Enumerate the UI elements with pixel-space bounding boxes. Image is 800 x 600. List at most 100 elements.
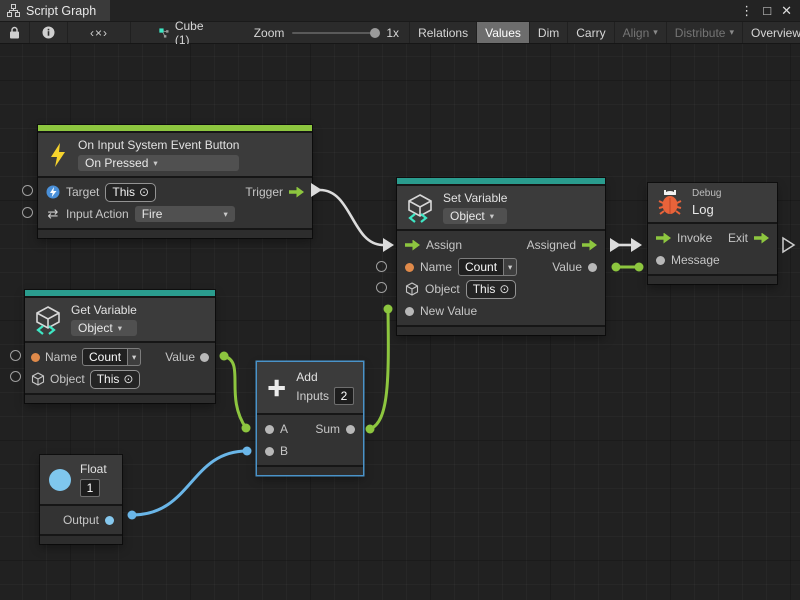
zoom-control: Zoom 1x — [244, 22, 409, 43]
port-exit-output[interactable] — [754, 233, 769, 244]
target-icon: ⊙ — [499, 282, 509, 296]
port-assigned-output[interactable] — [582, 240, 597, 251]
port-trigger-output[interactable] — [289, 187, 304, 198]
node-float[interactable]: Float 1 Output — [40, 455, 122, 544]
object-self-button[interactable]: This ⊙ — [90, 370, 141, 389]
chevron-down-icon: ▾ — [490, 211, 494, 222]
node-get-variable[interactable]: Get Variable Object ▾ Name Count ▾ — [25, 290, 215, 403]
variable-accent-strip — [397, 178, 605, 184]
port-row-object: Object This ⊙ — [25, 368, 215, 390]
info-button[interactable] — [30, 22, 68, 43]
maximize-icon[interactable]: □ — [763, 3, 771, 18]
port-row-b: B — [257, 440, 363, 462]
node-footer — [38, 230, 312, 238]
input-action-dropdown[interactable]: Fire ▾ — [135, 206, 235, 222]
distribute-dropdown[interactable]: Distribute ▾ — [667, 22, 743, 43]
unconnected-port-indicator[interactable] — [376, 282, 387, 293]
input-action-asset-icon — [46, 185, 60, 199]
event-mode-dropdown[interactable]: On Pressed ▾ — [78, 155, 239, 171]
chevron-down-icon: ▾ — [504, 258, 517, 276]
graph-canvas[interactable]: On Input System Event Button On Pressed … — [0, 44, 800, 600]
node-footer — [25, 395, 215, 403]
title-bar: Script Graph ⋮ □ ✕ — [0, 0, 800, 22]
zoom-value: 1x — [386, 26, 399, 40]
variable-icon — [34, 305, 62, 335]
wire-getvariable-to-add-a — [220, 352, 251, 433]
bug-icon — [657, 189, 683, 217]
lock-button[interactable] — [0, 22, 30, 43]
node-title: Get Variable — [71, 303, 137, 317]
node-body: Invoke Exit Message — [648, 224, 777, 274]
node-footer — [648, 276, 777, 284]
node-header: Get Variable Object ▾ — [25, 298, 215, 341]
values-button[interactable]: Values — [477, 22, 530, 43]
variable-name-dropdown[interactable]: Count ▾ — [458, 258, 517, 276]
variable-kind-dropdown[interactable]: Object ▾ — [443, 208, 507, 224]
port-value-output[interactable] — [588, 263, 597, 272]
port-message-input[interactable] — [656, 256, 665, 265]
node-category: Debug — [692, 188, 721, 199]
overview-button[interactable]: Overview — [743, 22, 800, 43]
float-icon — [49, 469, 71, 491]
unconnected-exit-indicator — [783, 238, 794, 252]
event-accent-strip — [38, 125, 312, 131]
port-new-value-input[interactable] — [405, 307, 414, 316]
object-self-button[interactable]: This ⊙ — [466, 280, 517, 299]
port-row-a: A Sum — [257, 418, 363, 440]
zoom-slider-handle[interactable] — [370, 28, 380, 38]
wire-value-to-message — [612, 263, 644, 272]
node-body: A Sum B — [257, 415, 363, 465]
carry-button[interactable]: Carry — [568, 22, 614, 43]
chevron-down-icon: ▾ — [153, 158, 157, 169]
wire-add-sum-to-new-value — [366, 305, 393, 434]
target-self-button[interactable]: This ⊙ — [105, 183, 156, 202]
lightning-icon — [47, 142, 69, 168]
align-dropdown[interactable]: Align ▾ — [615, 22, 667, 43]
port-row-output: Output — [40, 509, 122, 531]
node-footer — [257, 467, 363, 475]
port-row-name: Name Count ▾ Value — [397, 256, 605, 278]
zoom-to-fit-button[interactable]: ‹×› — [68, 22, 131, 43]
inputs-count-field[interactable]: 2 — [334, 387, 354, 405]
node-header: Float 1 — [40, 455, 122, 504]
variable-icon — [406, 193, 434, 223]
close-icon[interactable]: ✕ — [781, 3, 792, 19]
port-output[interactable] — [105, 516, 114, 525]
zoom-slider[interactable] — [292, 32, 378, 34]
graph-icon — [7, 4, 20, 17]
variable-name-dropdown[interactable]: Count ▾ — [82, 348, 141, 366]
port-assign-input[interactable] — [405, 240, 420, 251]
float-value-field[interactable]: 1 — [80, 479, 100, 497]
port-row-assign: Assign Assigned — [397, 234, 605, 256]
unconnected-port-indicator[interactable] — [22, 185, 33, 196]
node-set-variable[interactable]: Set Variable Object ▾ Assign Assigned — [397, 178, 605, 335]
port-row-input-action: ⇄ Input Action Fire ▾ — [38, 203, 312, 225]
variable-kind-dropdown[interactable]: Object ▾ — [71, 320, 137, 336]
node-on-input-system-event-button[interactable]: On Input System Event Button On Pressed … — [38, 125, 312, 238]
port-a-input[interactable] — [265, 425, 274, 434]
port-name-input[interactable] — [31, 353, 40, 362]
variable-accent-strip — [25, 290, 215, 296]
unconnected-port-indicator[interactable] — [10, 371, 21, 382]
node-debug-log[interactable]: Debug Log Invoke Exit Message — [648, 183, 777, 284]
chevron-down-icon: ▾ — [118, 323, 122, 334]
port-sum-output[interactable] — [346, 425, 355, 434]
dim-button[interactable]: Dim — [530, 22, 568, 43]
port-row-message: Message — [648, 249, 777, 271]
relations-button[interactable]: Relations — [409, 22, 477, 43]
plus-icon — [266, 375, 287, 401]
node-add[interactable]: Add Inputs 2 A Sum B — [257, 362, 363, 475]
unconnected-port-indicator[interactable] — [376, 261, 387, 272]
graph-context[interactable]: Cube (1) — [149, 22, 218, 43]
wire-float-to-add-b — [128, 447, 252, 520]
port-invoke-input[interactable] — [656, 233, 671, 244]
port-b-input[interactable] — [265, 447, 274, 456]
more-menu-icon[interactable]: ⋮ — [740, 3, 753, 19]
tab-script-graph[interactable]: Script Graph — [0, 0, 110, 21]
port-value-output[interactable] — [200, 353, 209, 362]
unconnected-port-indicator[interactable] — [22, 207, 33, 218]
node-body: Assign Assigned Name Count ▾ Value — [397, 231, 605, 325]
node-header: Debug Log — [648, 183, 777, 222]
port-name-input[interactable] — [405, 263, 414, 272]
unconnected-port-indicator[interactable] — [10, 350, 21, 361]
